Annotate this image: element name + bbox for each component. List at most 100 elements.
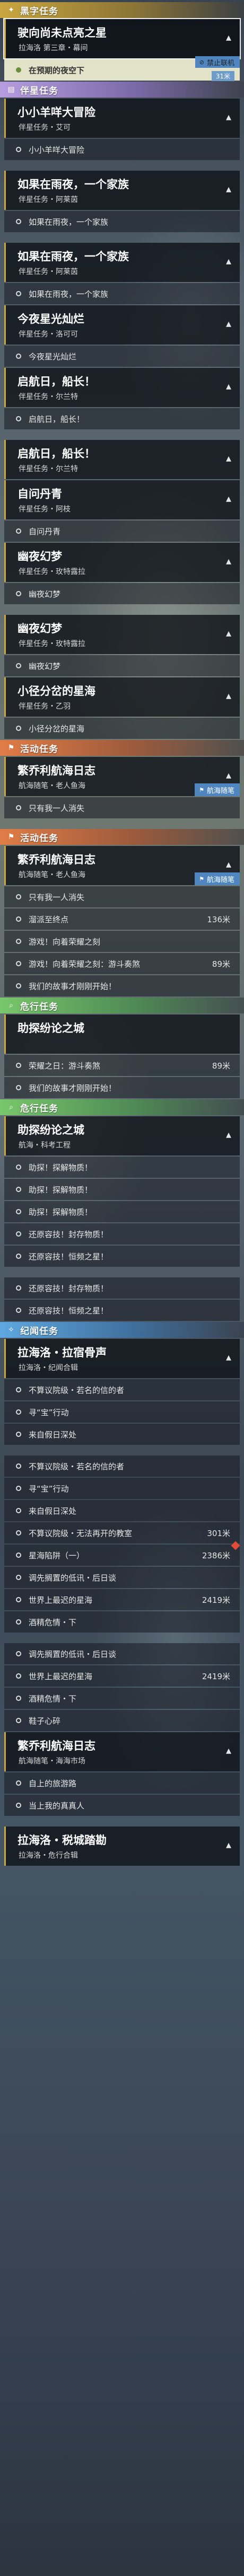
- quest-card[interactable]: 繁乔利航海日志 航海随笔・老人鱼海 ▴ ⚑ 航海随笔: [4, 757, 240, 796]
- quest-card[interactable]: 拉海洛・拉宿骨声 拉海洛・纪闻合辑 ▴: [4, 1339, 240, 1378]
- quest-card[interactable]: 今夜星光灿烂 伴星任务・洛可可 ▴: [4, 305, 240, 345]
- chevron-up-icon[interactable]: ▴: [226, 554, 231, 567]
- section-title: 伴星任务: [20, 85, 58, 96]
- objective-item[interactable]: 寻“宝”行动: [4, 1401, 240, 1423]
- objective-item[interactable]: 不算议院级・无法再开的教室 301米: [4, 1522, 240, 1543]
- objective-item[interactable]: 小小羊咩大冒险: [4, 139, 240, 160]
- objective-item[interactable]: 调先搁置的低讯・后日谈: [4, 1643, 240, 1664]
- objective-item[interactable]: 我们的故事才刚刚开始！: [4, 975, 240, 996]
- objective-text: 我们的故事才刚刚开始！: [29, 1083, 117, 1093]
- objective-item[interactable]: 助探！探解物质！: [4, 1201, 240, 1222]
- objective-item[interactable]: 助探！探解物质！: [4, 1179, 240, 1200]
- quest-card[interactable]: 幽夜幻梦 伴星任务・玫特露拉 ▴: [4, 615, 240, 654]
- objective-text: 不算议院级・若名的信的者: [29, 1385, 125, 1395]
- chevron-up-icon[interactable]: ▴: [226, 1744, 231, 1757]
- objective-item[interactable]: 启航日，船长！: [4, 408, 240, 429]
- chevron-up-icon[interactable]: ▴: [226, 110, 231, 123]
- objective-text: 如果在雨夜，一个家族: [29, 217, 109, 227]
- objective-item[interactable]: 幽夜幻梦: [4, 583, 240, 604]
- quest-card[interactable]: 繁乔利航海日志 航海随笔・老人鱼海 ▴ ⚑ 航海随笔: [4, 846, 240, 885]
- quest-card[interactable]: 启航日，船长！ 伴星任务・尔兰特 ▴: [4, 368, 240, 407]
- objective-text: 溜派至终点: [29, 914, 69, 924]
- chevron-up-icon[interactable]: ▴: [226, 769, 231, 781]
- quest-card[interactable]: 驶向尚未点亮之星 拉海洛 第三章・幕间 ▴: [3, 18, 241, 59]
- objective-item[interactable]: 溜派至终点 136米: [4, 908, 240, 930]
- quest-card[interactable]: 助探纷论之城: [4, 1014, 240, 1054]
- quest-card[interactable]: 繁乔利航海日志 航海随笔・海海市场 ▴: [4, 1732, 240, 1771]
- quest-card[interactable]: 如果在雨夜，一个家族 伴星任务・阿莱茵 ▴: [4, 243, 240, 282]
- objective-distance: 2419米: [202, 1671, 230, 1681]
- objective-item[interactable]: 幽夜幻梦: [4, 655, 240, 676]
- objective-item[interactable]: 不算议院级・若名的信的者: [4, 1455, 240, 1477]
- objective-item[interactable]: 当上我的真真人: [4, 1795, 240, 1816]
- objective-item[interactable]: 星海陷阱（一） 2386米: [4, 1541, 240, 1566]
- objective-item[interactable]: 世界上最迟的星海 2419米: [4, 1665, 240, 1687]
- objective-item[interactable]: 如果在雨夜，一个家族: [4, 211, 240, 232]
- chevron-up-icon[interactable]: ▴: [226, 1128, 231, 1141]
- objective-item[interactable]: 游戏！向着荣耀之刻: [4, 931, 240, 952]
- objective-item[interactable]: 来自假日深处: [4, 1500, 240, 1521]
- objective-circle-icon: [16, 1780, 21, 1786]
- quest-card[interactable]: 小小羊咩大冒险 伴星任务・艾可 ▴: [4, 99, 240, 138]
- objective-text: 不算议院级・若名的信的者: [29, 1461, 125, 1471]
- objective-item[interactable]: 我们的故事才刚刚开始！: [4, 1077, 240, 1098]
- objective-item[interactable]: 荣耀之日：游斗奏煞 89米: [4, 1055, 240, 1076]
- objective-circle-icon: [16, 591, 21, 596]
- quest-card[interactable]: 小径分岔的星海 伴星任务・乙羽 ▴: [4, 677, 240, 717]
- objective-item[interactable]: 来自假日深处: [4, 1424, 240, 1445]
- chevron-up-icon[interactable]: ▴: [226, 317, 231, 330]
- objective-item[interactable]: 今夜星光灿烂: [4, 346, 240, 367]
- objective-item[interactable]: 还原容技！封存物质！: [4, 1277, 240, 1299]
- chevron-up-icon[interactable]: ▴: [226, 492, 231, 505]
- quest-card[interactable]: 幽夜幻梦 伴星任务・玫特露拉 ▴: [4, 543, 240, 582]
- quest-card[interactable]: 助探纷论之城 航海・科考工程 ▴: [4, 1116, 240, 1155]
- quest-card[interactable]: 拉海洛・税城踏勘 拉海洛・危行合辑 ▴: [4, 1827, 240, 1866]
- objective-item[interactable]: 调先搁置的低讯・后日谈: [4, 1567, 240, 1588]
- objective-item[interactable]: 酒精危情・下: [4, 1611, 240, 1633]
- chevron-up-icon[interactable]: ▴: [226, 858, 231, 870]
- objective-item[interactable]: 游戏！向着荣耀之刻：游斗奏煞 89米: [4, 953, 240, 974]
- objective-item[interactable]: 寻“宝”行动: [4, 1478, 240, 1499]
- objective-item[interactable]: 只有我一人消失: [4, 886, 240, 907]
- chevron-up-icon[interactable]: ▴: [226, 1351, 231, 1363]
- chevron-up-icon[interactable]: ▴: [226, 31, 231, 43]
- objective-item[interactable]: 还原容技！封存物质！: [4, 1223, 240, 1245]
- objective-item[interactable]: 如果在雨夜，一个家族: [4, 283, 240, 304]
- compass-icon: ✧: [8, 1326, 14, 1334]
- objective-text: 自问丹青: [29, 526, 61, 536]
- objective-text: 还原容技！封存物质！: [29, 1283, 109, 1293]
- objective-item[interactable]: 自上的旅游路: [4, 1772, 240, 1794]
- section-header: ⚑ 活动任务: [0, 829, 244, 845]
- flag-icon: ⚑: [199, 875, 204, 883]
- objective-circle-icon: [16, 147, 21, 152]
- chevron-up-icon[interactable]: ▴: [226, 182, 231, 195]
- objective-circle-icon: [16, 1187, 21, 1192]
- objective-item[interactable]: 鞋子心碎: [4, 1710, 240, 1731]
- objective-text: 启航日，船长！: [29, 414, 85, 424]
- chevron-up-icon[interactable]: ▴: [226, 689, 231, 702]
- quest-card[interactable]: 如果在雨夜，一个家族 伴星任务・阿莱茵 ▴: [4, 171, 240, 210]
- objective-item[interactable]: 自问丹青: [4, 521, 240, 542]
- objective-item[interactable]: 还原容技！恒频之星！: [4, 1300, 240, 1321]
- quest-card[interactable]: 启航日，船长！ 伴星任务・尔兰特 ▴: [4, 440, 240, 479]
- quest-card[interactable]: 自问丹青 伴星任务・阿枝 ▴: [4, 480, 240, 519]
- objective-circle-icon: [16, 1209, 21, 1214]
- objective-distance: 31米: [211, 71, 234, 81]
- objective-item[interactable]: 小径分岔的星海: [4, 718, 240, 739]
- objective-item[interactable]: 在预期的夜空下 31米 ⊘ 禁止联机: [4, 56, 240, 81]
- chevron-up-icon[interactable]: ▴: [226, 254, 231, 267]
- objective-item[interactable]: 还原容技！恒频之星！: [4, 1246, 240, 1267]
- chevron-up-icon[interactable]: ▴: [226, 380, 231, 392]
- objective-text: 今夜星光灿烂: [29, 351, 77, 361]
- objective-item[interactable]: 酒精危情・下: [4, 1688, 240, 1709]
- chevron-up-icon[interactable]: ▴: [226, 1838, 231, 1851]
- objective-item[interactable]: 只有我一人消失: [4, 797, 240, 818]
- objective-item[interactable]: 助探！探解物质！: [4, 1157, 240, 1178]
- objective-distance: 89米: [212, 1061, 230, 1071]
- chevron-up-icon[interactable]: ▴: [226, 452, 231, 464]
- flag-icon: ⚑: [7, 833, 15, 841]
- chevron-up-icon[interactable]: ▴: [226, 627, 231, 639]
- objective-text: 还原容技！恒频之星！: [29, 1251, 109, 1261]
- objective-item[interactable]: 世界上最迟的星海 2419米: [4, 1589, 240, 1610]
- objective-item[interactable]: 不算议院级・若名的信的者: [4, 1379, 240, 1400]
